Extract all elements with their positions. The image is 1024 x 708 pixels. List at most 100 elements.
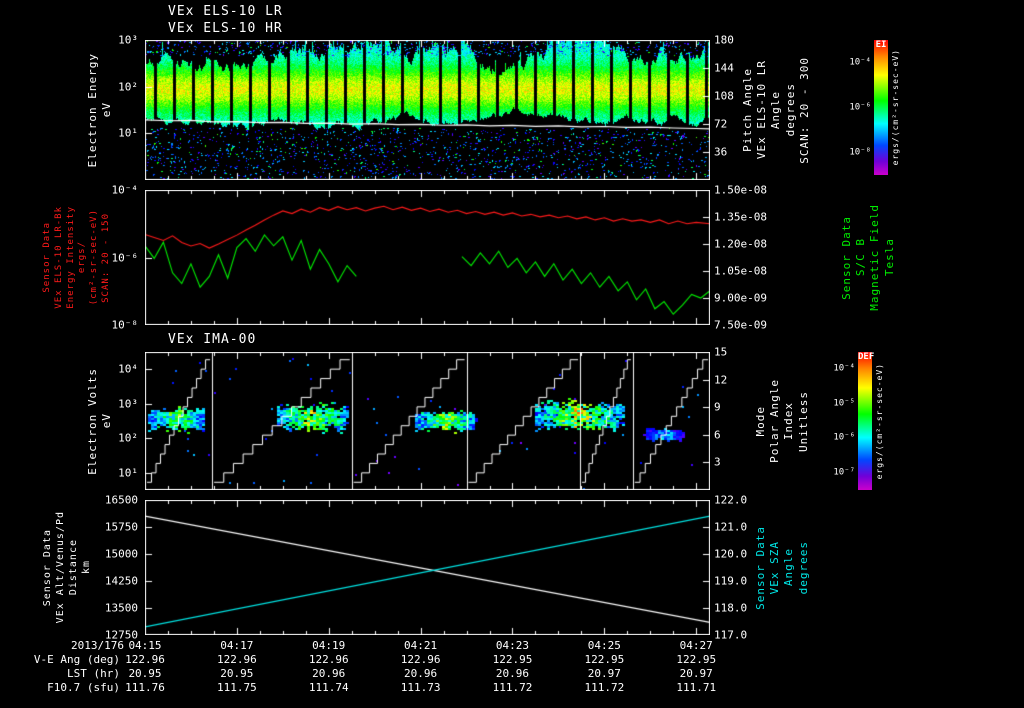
- annotation-row-value: 122.95: [492, 653, 533, 666]
- ima-spectrogram-canvas: [145, 352, 710, 490]
- vl-p4-right-line: degrees: [796, 540, 810, 595]
- vl-p1-left-line: eV: [100, 102, 114, 118]
- annotation-row-value: 111.72: [492, 681, 533, 694]
- p4-right-tick-label: 118.0: [714, 601, 748, 615]
- vl-p3-right-line: Unitless: [796, 390, 810, 452]
- annotation-row-value: 20.97: [679, 667, 713, 680]
- annotation-row-value: 20.95: [128, 667, 162, 680]
- vl-p1-right-line: Pitch Angle: [741, 68, 754, 152]
- p2-right-tick-label: 9.00e-09: [714, 291, 767, 305]
- panel2-left-axis-label: Sensor Data VEx ELS-10 LR-Bk Energy Intens…: [42, 190, 112, 325]
- vl-p3-left-line: eV: [100, 413, 114, 429]
- vl-p2-left-line: SCAN: 20 - 150: [100, 212, 111, 303]
- panel1-left-axis-label: Electron Energy eV: [86, 40, 113, 180]
- vl-p1-right-line: VEx ELS-10 LR: [755, 60, 769, 160]
- p1-right-tick-label: 180: [714, 33, 734, 47]
- colorbar-tick-label: 10⁻⁴: [849, 57, 871, 67]
- annotation-row-value: 111.76: [125, 681, 165, 694]
- p4-left-tick-label: 15750: [104, 520, 138, 534]
- colorbar-ima-label: DEF: [858, 352, 875, 362]
- p2-right-tick-label: 7.50e-09: [714, 318, 767, 332]
- annotation-row-value: 20.97: [587, 667, 621, 680]
- annotation-row-value: 111.74: [308, 681, 349, 694]
- p3-right-tick-label: 9: [714, 400, 721, 414]
- colorbar-tick-label: 10⁻⁷: [833, 467, 855, 478]
- colorbar-tick-label: 10⁻⁸: [849, 147, 871, 157]
- altitude-sza-canvas: [145, 500, 710, 635]
- p2-right-tick-label: 1.35e-08: [714, 210, 767, 224]
- time-tick-label: 04:19: [312, 639, 346, 652]
- annotation-row-label: F10.7 (sfu): [47, 681, 120, 694]
- time-tick-label: 04:27: [679, 639, 713, 652]
- vl-p3-right-line: Polar Angle: [768, 379, 782, 463]
- p4-right-tick-label: 121.0: [714, 520, 748, 534]
- colorbar-ima-gradient: [858, 352, 872, 490]
- annotation-row-label: LST (hr): [67, 667, 120, 680]
- p2-left-tick-label: 10⁻⁶: [111, 251, 139, 264]
- date-label: 2013/176: [71, 639, 124, 652]
- p1-right-tick-label: 144: [714, 61, 734, 75]
- annotation-row-value: 122.95: [584, 653, 625, 666]
- annotation-row-value: 111.75: [216, 681, 257, 694]
- p1-left-tick-label: 10¹: [118, 126, 138, 140]
- vl-p4-left-line: km: [81, 560, 92, 575]
- colorbar-tick-label: 10⁻⁴: [833, 363, 855, 374]
- colorbar-tick-label: 10⁻⁵: [833, 398, 855, 409]
- annotation-row-value: 20.95: [220, 667, 254, 680]
- vl-p2-left-line: Energy Intensity: [65, 206, 76, 309]
- panel3-left-axis-label: Electron Volts eV: [86, 352, 113, 490]
- vl-p3-right-line: Index: [782, 401, 796, 441]
- annotation-row-value: 20.96: [495, 667, 530, 680]
- colorbar-tick-label: 10⁻⁶: [833, 432, 855, 443]
- p2-right-tick-label: 1.50e-08: [714, 183, 767, 197]
- panel1-right-axis-label: Pitch Angle VEx ELS-10 LR Angle degrees SCAN…: [741, 40, 811, 180]
- p2-right-tick-label: 1.20e-08: [714, 237, 767, 251]
- panel2-right-axis-label: Sensor Data S/C B Magnetic Field Tesla: [840, 190, 896, 325]
- vl-p4-right-line: Angle: [782, 548, 796, 587]
- vl-p2-left-line: ergs/: [77, 241, 88, 274]
- p3-left-tick-label: 10⁴: [118, 362, 138, 376]
- p3-right-tick-label: 12: [714, 373, 728, 387]
- colorbar-unit-text: ergs/(cm²-sr-sec-eV): [875, 362, 884, 480]
- panel3-title: VEx IMA-00: [168, 332, 257, 347]
- p1-left-tick-label: 10³: [118, 33, 138, 47]
- vl-p2-right-line: Tesla: [882, 238, 896, 277]
- p2-left-tick-label: 10⁻⁴: [111, 183, 139, 197]
- p3-left-tick-label: 10¹: [118, 466, 138, 480]
- p4-right-tick-label: 120.0: [714, 547, 748, 561]
- vl-p3-right-line: Mode: [754, 405, 767, 437]
- vl-p4-left-line: Distance: [68, 539, 79, 596]
- p4-left-tick-label: 16500: [104, 493, 138, 507]
- p2-right-tick-label: 1.05e-08: [714, 264, 767, 278]
- vl-p2-right-line: Magnetic Field: [868, 204, 882, 311]
- panel1-title-hr: VEx ELS-10 HR: [168, 21, 283, 36]
- els-spectrogram-canvas: [145, 40, 710, 180]
- panel3-right-axis-label: Mode Polar Angle Index Unitless: [754, 352, 810, 490]
- p4-right-tick-label: 117.0: [714, 628, 748, 642]
- colorbar-ima: DEF: [858, 352, 875, 490]
- time-tick-label: 04:17: [220, 639, 254, 652]
- panel1-title-lr: VEx ELS-10 LR: [168, 4, 283, 19]
- panel4-left-axis-label: Sensor Data VEx Alt/Venus/Pd Distance km: [42, 500, 93, 635]
- colorbar-unit-text: ergs/(cm²-sr-sec-eV): [891, 49, 900, 166]
- vl-p4-right-line: VEx SZA: [768, 540, 782, 595]
- p1-right-tick-label: 72: [714, 117, 728, 131]
- vl-p2-left-line: (cm²-sr-sec-eV): [89, 209, 100, 306]
- vl-p4-left-line: VEx Alt/Venus/Pd: [55, 511, 66, 624]
- annotation-row-value: 122.96: [216, 653, 257, 666]
- time-tick-label: 04:23: [495, 639, 530, 652]
- colorbar-tick-label: 10⁻⁶: [849, 102, 871, 112]
- p4-left-tick-label: 15000: [104, 547, 138, 561]
- annotation-row-value: 111.71: [676, 681, 717, 694]
- vl-p2-right-line: S/C B: [854, 238, 868, 277]
- panel4-right-axis-label: Sensor Data VEx SZA Angle degrees: [754, 500, 810, 635]
- vl-p2-right-line: Sensor Data: [840, 215, 853, 300]
- p3-right-tick-label: 3: [714, 455, 721, 469]
- p4-left-tick-label: 13500: [104, 601, 138, 615]
- annotation-row-value: 122.95: [676, 653, 717, 666]
- annotation-row-label: V-E Ang (deg): [33, 653, 120, 666]
- time-tick-label: 04:15: [128, 639, 162, 652]
- colorbar-els-gradient: [874, 40, 888, 175]
- p1-right-tick-label: 36: [714, 145, 728, 159]
- p1-right-tick-label: 108: [714, 89, 734, 103]
